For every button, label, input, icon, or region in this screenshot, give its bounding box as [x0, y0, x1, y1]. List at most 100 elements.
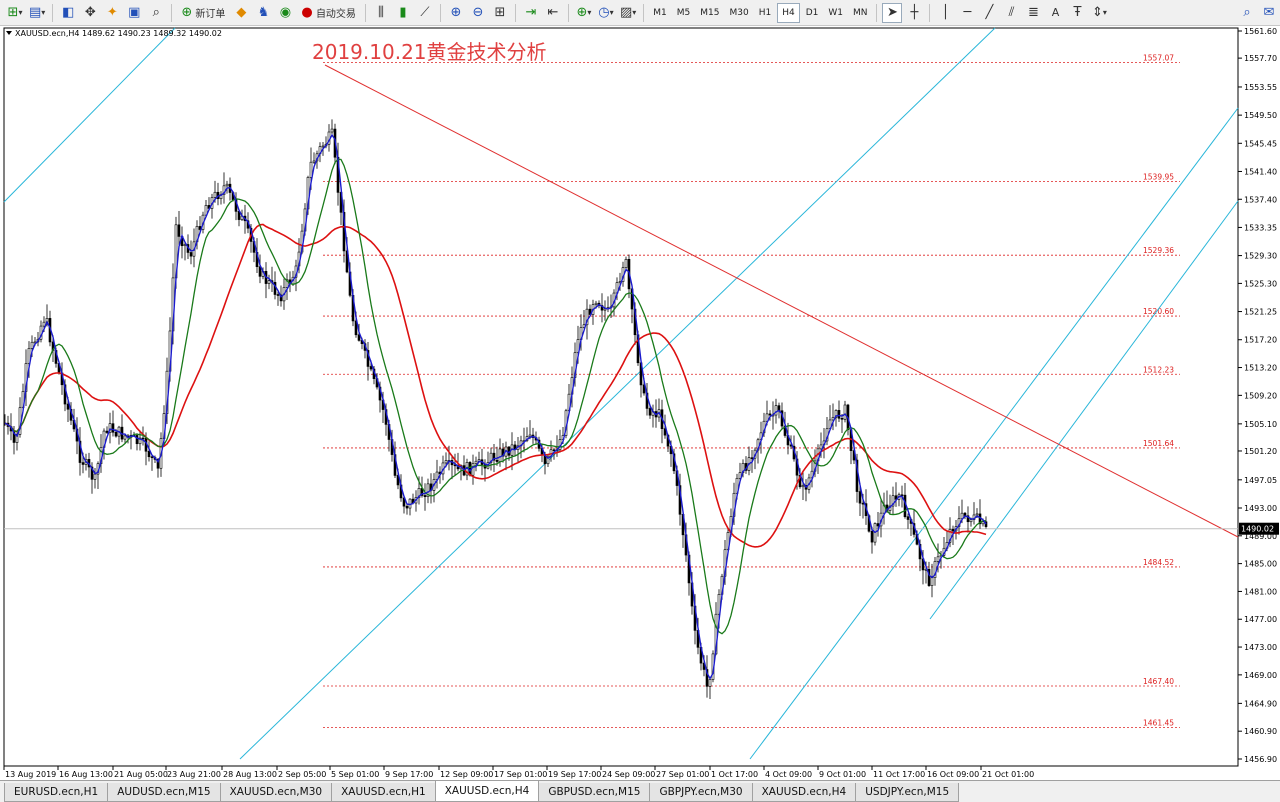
- navigator-button[interactable]: ✦: [102, 3, 122, 23]
- price-axis-label: 1501.20: [1244, 447, 1277, 456]
- candle-body: [147, 450, 151, 458]
- crosshair-button[interactable]: ┼: [904, 3, 924, 23]
- time-axis-label: 23 Aug 21:00: [167, 770, 221, 779]
- trendline-icon: ╱: [985, 5, 994, 20]
- channel-icon: ⫽: [1008, 5, 1015, 20]
- chart-window[interactable]: 1561.60 1557.70 1553.55 1549.50 1545.45 1541.…: [0, 26, 1280, 780]
- candle-body: [750, 457, 754, 459]
- timeframe-d1-button[interactable]: D1: [802, 3, 823, 23]
- candle-body: [906, 516, 910, 520]
- search-button[interactable]: ⌕: [1237, 3, 1257, 23]
- chart-tab[interactable]: USDJPY.ecn,M15: [855, 783, 960, 802]
- horizontal-line-icon: ─: [963, 5, 972, 20]
- text-label-icon: Ŧ: [1073, 5, 1082, 20]
- autotrading-icon: ●: [301, 5, 313, 20]
- chart-tab[interactable]: GBPUSD.ecn,M15: [538, 783, 651, 802]
- candle-body: [900, 494, 904, 497]
- templates-button[interactable]: ▨ ▾: [618, 3, 638, 23]
- timeframe-m15-button[interactable]: M15: [696, 3, 723, 23]
- profiles-button[interactable]: ▤ ▾: [27, 3, 47, 23]
- trendline-button[interactable]: ╱: [979, 3, 999, 23]
- toolbar-separator: [643, 3, 645, 22]
- new-chart-button[interactable]: ⊞ ▾: [5, 3, 25, 23]
- price-axis-label: 1529.30: [1244, 252, 1277, 261]
- horizontal-line-button[interactable]: ─: [957, 3, 977, 23]
- candlestick-button[interactable]: ▮: [393, 3, 413, 23]
- equidistant-channel-button[interactable]: ⫽: [1001, 3, 1021, 23]
- tester-icon: ⌕: [152, 5, 160, 20]
- tile-windows-button[interactable]: ⊞: [490, 3, 510, 23]
- chart-tab[interactable]: AUDUSD.ecn,M15: [107, 783, 221, 802]
- toolbar-separator: [567, 3, 569, 22]
- price-axis-label: 1541.40: [1244, 167, 1277, 176]
- zoom-out-button[interactable]: ⊖: [468, 3, 488, 23]
- cursor-button[interactable]: ➤: [882, 2, 903, 23]
- autotrading-button[interactable]: ● 自动交易: [297, 3, 360, 23]
- time-axis-label: 16 Oct 09:00: [927, 770, 979, 779]
- timeframe-h4-button[interactable]: H4: [777, 2, 800, 23]
- price-axis-label: 1513.20: [1244, 364, 1277, 373]
- timeframe-mn-button[interactable]: MN: [849, 3, 872, 23]
- fib-level-label: 1529.36: [1143, 246, 1174, 255]
- text-tool-label: A: [1051, 6, 1060, 19]
- candle-body: [870, 530, 874, 543]
- timeframe-m5-button[interactable]: M5: [673, 3, 695, 23]
- chart-tab[interactable]: XAUUSD.ecn,M30: [219, 783, 333, 802]
- candle-body: [81, 462, 85, 465]
- zoom-in-icon: ⊕: [450, 5, 462, 20]
- candle-body: [981, 521, 985, 525]
- price-axis-label: 1557.70: [1244, 54, 1277, 63]
- signals-button[interactable]: ♞: [253, 3, 273, 23]
- metaeditor-button[interactable]: ◆: [231, 3, 251, 23]
- timeframe-h1-button[interactable]: H1: [755, 3, 776, 23]
- chart-tab[interactable]: GBPJPY.ecn,M30: [649, 783, 753, 802]
- time-axis-label: 28 Aug 13:00: [223, 770, 277, 779]
- market-watch-button[interactable]: ◧: [58, 3, 78, 23]
- candle-body: [858, 491, 862, 504]
- price-axis-label: 1460.90: [1244, 727, 1277, 736]
- arrows-icon: ⇕: [1092, 5, 1103, 20]
- candle-body: [930, 577, 934, 586]
- text-tool-button[interactable]: A: [1045, 3, 1065, 23]
- chart-tab[interactable]: XAUUSD.ecn,H4: [751, 783, 857, 802]
- price-axis-label: 1545.45: [1244, 139, 1277, 148]
- chart-tab[interactable]: XAUUSD.ecn,H1: [331, 783, 436, 802]
- candle-body: [267, 280, 271, 284]
- price-axis-label: 1533.35: [1244, 223, 1277, 232]
- data-window-button[interactable]: ✥: [80, 3, 100, 23]
- new-order-icon: ⊕: [181, 5, 193, 20]
- line-chart-button[interactable]: ⟋: [415, 3, 435, 23]
- periods-button[interactable]: ◷ ▾: [596, 3, 616, 23]
- autoscroll-button[interactable]: ⇥: [521, 3, 541, 23]
- strategy-tester-button[interactable]: ⌕: [146, 3, 166, 23]
- market-button[interactable]: ◉: [275, 3, 295, 23]
- candle-body: [768, 413, 772, 416]
- indicators-button[interactable]: ⊕ ▾: [574, 3, 594, 23]
- terminal-button[interactable]: ▣: [124, 3, 144, 23]
- chat-button[interactable]: ✉: [1259, 3, 1279, 23]
- vertical-line-button[interactable]: │: [935, 3, 955, 23]
- arrows-button[interactable]: ⇕ ▾: [1089, 3, 1109, 23]
- indicators-icon: ⊕: [576, 5, 588, 20]
- chart-shift-button[interactable]: ⇤: [543, 3, 563, 23]
- bar-chart-button[interactable]: ⫼: [371, 3, 391, 23]
- fib-level-label: 1512.23: [1143, 365, 1174, 374]
- chart-tab[interactable]: EURUSD.ecn,H1: [4, 783, 109, 802]
- candle-body: [312, 160, 316, 163]
- chart-tab[interactable]: XAUUSD.ecn,H4: [434, 781, 540, 802]
- chart-info-label: XAUUSD.ecn,H4 1489.62 1490.23 1489.32 14…: [15, 29, 222, 38]
- candle-body: [405, 505, 409, 509]
- new-order-button[interactable]: ⊕ 新订单: [177, 3, 229, 23]
- market-icon: ◉: [279, 5, 292, 20]
- text-label-button[interactable]: Ŧ: [1067, 3, 1087, 23]
- price-axis-label: 1469.00: [1244, 671, 1277, 680]
- price-chart[interactable]: 1561.60 1557.70 1553.55 1549.50 1545.45 1541.…: [0, 26, 1280, 780]
- tile-icon: ⊞: [494, 5, 506, 20]
- timeframe-w1-button[interactable]: W1: [824, 3, 847, 23]
- fibonacci-button[interactable]: ≣: [1023, 3, 1043, 23]
- candle-body: [309, 161, 313, 178]
- zoom-in-button[interactable]: ⊕: [446, 3, 466, 23]
- new-chart-icon: ⊞: [7, 5, 19, 20]
- timeframe-m30-button[interactable]: M30: [725, 3, 752, 23]
- timeframe-m1-button[interactable]: M1: [649, 3, 671, 23]
